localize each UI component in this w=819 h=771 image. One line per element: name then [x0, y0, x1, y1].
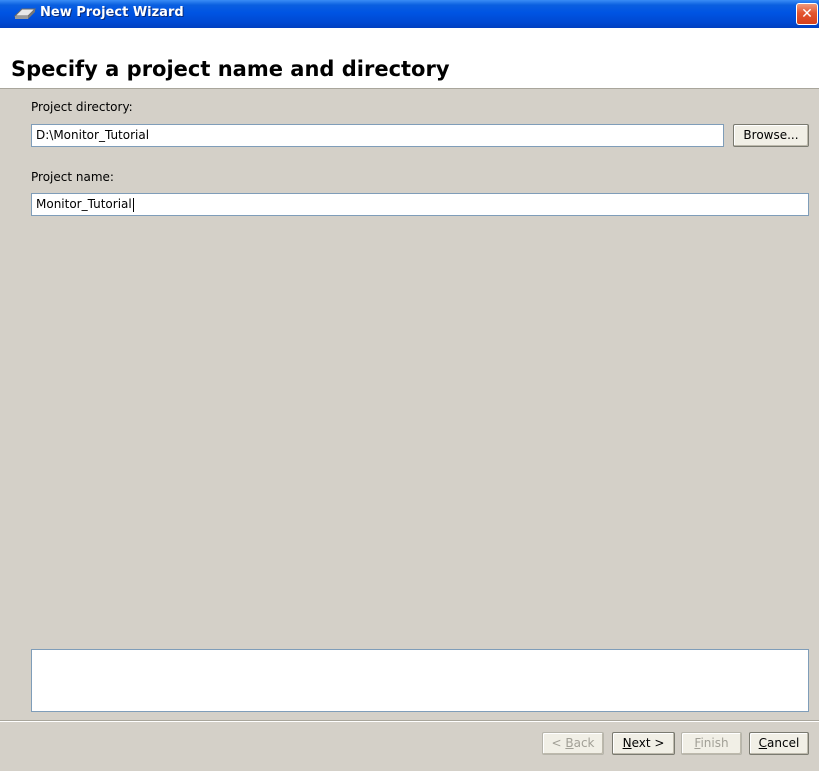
project-directory-value: D:\Monitor_Tutorial — [36, 128, 150, 142]
text-caret — [132, 197, 134, 212]
finish-button[interactable]: Finish — [681, 732, 742, 755]
back-button-mnemonic: B — [565, 736, 574, 750]
project-directory-label: Project directory: — [31, 100, 133, 114]
wizard-header: Specify a project name and directory — [0, 28, 819, 89]
next-button[interactable]: Next > — [612, 732, 675, 755]
browse-button[interactable]: Browse... — [733, 124, 809, 147]
cancel-button[interactable]: Cancel — [749, 732, 809, 755]
close-icon: ✕ — [801, 6, 813, 22]
back-button-prefix: < — [551, 736, 566, 750]
next-button-rest: ext > — [631, 736, 665, 750]
title-bar[interactable]: New Project Wizard ✕ — [0, 0, 819, 28]
back-button-rest: ack — [573, 736, 595, 750]
wizard-icon — [14, 8, 36, 19]
message-area — [31, 649, 809, 712]
close-button[interactable]: ✕ — [796, 3, 818, 25]
new-project-wizard-window: New Project Wizard ✕ Specify a project n… — [0, 0, 819, 771]
page-title: Specify a project name and directory — [11, 57, 450, 81]
finish-button-rest: inish — [700, 736, 729, 750]
cancel-button-rest: ancel — [767, 736, 800, 750]
footer-separator — [0, 720, 819, 722]
cancel-button-mnemonic: C — [758, 736, 768, 750]
next-button-mnemonic: N — [622, 736, 632, 750]
project-name-label: Project name: — [31, 170, 114, 184]
project-name-input[interactable]: Monitor_Tutorial — [31, 193, 809, 216]
back-button[interactable]: < Back — [542, 732, 604, 755]
project-name-value: Monitor_Tutorial — [36, 197, 132, 211]
project-directory-input[interactable]: D:\Monitor_Tutorial — [31, 124, 724, 147]
window-title: New Project Wizard — [40, 5, 184, 20]
